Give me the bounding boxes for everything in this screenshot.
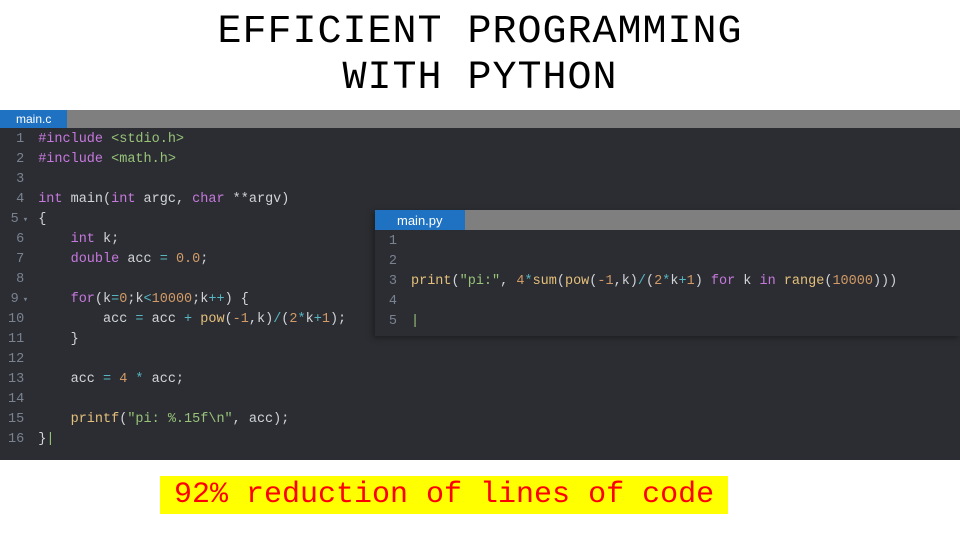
py-editor-gutter: 1 2 3 4 5 xyxy=(375,230,405,336)
py-editor-source[interactable]: print("pi:", 4*sum(pow(-1,k)/(2*k+1) for… xyxy=(405,230,960,336)
cursor-icon: | xyxy=(411,314,419,329)
slide-title: EFFICIENT PROGRAMMING WITH PYTHON xyxy=(0,0,960,110)
c-editor-tab[interactable]: main.c xyxy=(0,110,67,128)
highlight-caption: 92% reduction of lines of code xyxy=(160,476,728,514)
title-line-1: EFFICIENT PROGRAMMING xyxy=(217,10,742,55)
c-editor-tabbar: main.c xyxy=(0,110,960,128)
py-editor-tab[interactable]: main.py xyxy=(375,210,465,230)
c-editor-gutter: 1 2 3 4 5 6 7 8 9 10 11 12 13 14 15 16 xyxy=(0,128,32,454)
py-editor-tabbar: main.py xyxy=(375,210,960,230)
python-editor-panel: main.py 1 2 3 4 5 print("pi:", 4*sum(pow… xyxy=(375,210,960,336)
code-editors-area: main.c 1 2 3 4 5 6 7 8 9 10 11 12 13 14 … xyxy=(0,110,960,460)
cursor-icon: | xyxy=(46,432,54,447)
py-editor-code: 1 2 3 4 5 print("pi:", 4*sum(pow(-1,k)/(… xyxy=(375,230,960,336)
title-line-2: WITH PYTHON xyxy=(342,56,617,101)
